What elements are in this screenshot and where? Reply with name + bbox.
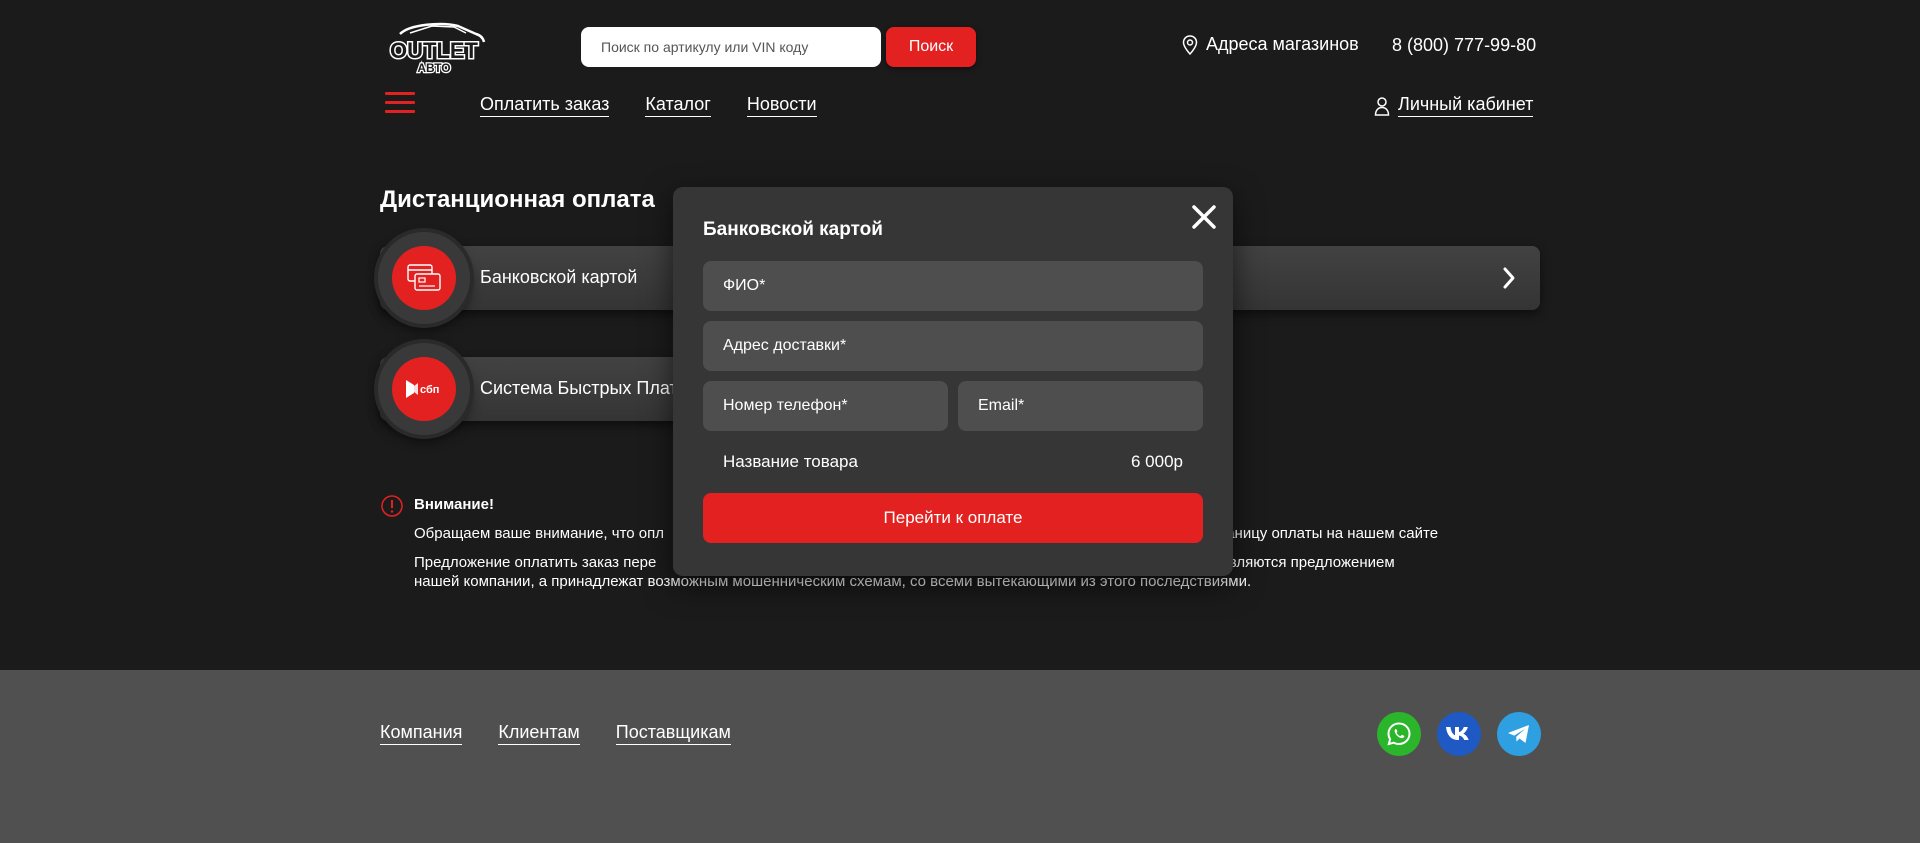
delivery-address-field[interactable]	[703, 321, 1203, 371]
personal-account-link[interactable]: Личный кабинет	[1374, 94, 1534, 117]
warning-icon	[381, 495, 403, 517]
payment-method-sbp-badge: сбп	[378, 343, 470, 435]
modal-title: Банковской картой	[703, 219, 883, 240]
footer-nav: Компания Клиентам Поставщикам	[380, 722, 731, 745]
search-input[interactable]	[581, 27, 881, 67]
chevron-right-icon	[1503, 267, 1515, 289]
bank-card-icon	[407, 264, 441, 291]
nav-catalog[interactable]: Каталог	[645, 94, 711, 117]
full-name-field[interactable]	[703, 261, 1203, 311]
product-price: 6 000р	[1131, 452, 1183, 471]
payment-method-card-label: Банковской картой	[480, 267, 638, 287]
store-addresses-link[interactable]: Адреса магазинов	[1182, 34, 1359, 55]
product-name: Название товара	[723, 452, 858, 471]
payment-method-card-badge	[378, 232, 470, 324]
logo[interactable]: OUTLET АВТО	[380, 20, 488, 76]
payment-modal: Банковской картой Название товара 6 000р…	[673, 187, 1233, 576]
telegram-icon[interactable]	[1497, 712, 1541, 756]
vk-icon[interactable]	[1437, 712, 1481, 756]
nav-news[interactable]: Новости	[746, 94, 817, 117]
sbp-icon-text: сбп	[420, 384, 439, 396]
footer-link-suppliers[interactable]: Поставщикам	[615, 722, 731, 745]
footer-link-clients[interactable]: Клиентам	[498, 722, 580, 745]
user-icon	[1374, 96, 1390, 116]
store-addresses-label: Адреса магазинов	[1206, 34, 1359, 54]
main-nav: Оплатить заказ Каталог Новости	[480, 94, 817, 117]
hamburger-menu-icon[interactable]	[385, 92, 415, 114]
search-button[interactable]: Поиск	[886, 27, 976, 67]
proceed-to-payment-button[interactable]: Перейти к оплате	[703, 493, 1203, 543]
phone-number[interactable]: 8 (800) 777-99-80	[1392, 35, 1536, 56]
close-icon[interactable]	[1189, 202, 1219, 232]
sbp-icon: сбп	[406, 380, 439, 398]
logo-text-top: OUTLET	[390, 38, 479, 63]
whatsapp-icon[interactable]	[1377, 712, 1421, 756]
personal-account-label: Личный кабинет	[1398, 94, 1534, 117]
footer: Компания Клиентам Поставщикам	[0, 670, 1920, 843]
page-title: Дистанционная оплата	[380, 186, 655, 213]
phone-field[interactable]	[703, 381, 948, 431]
social-links	[1377, 712, 1541, 756]
nav-pay-order[interactable]: Оплатить заказ	[480, 94, 610, 117]
footer-link-company[interactable]: Компания	[380, 722, 463, 745]
logo-text-bottom: АВТО	[417, 61, 450, 74]
location-pin-icon	[1182, 34, 1198, 55]
notice-title: Внимание!	[414, 496, 494, 513]
search-bar: Поиск	[581, 27, 976, 67]
email-field[interactable]	[958, 381, 1203, 431]
payment-method-sbp-label: Система Быстрых Плат	[480, 378, 678, 398]
